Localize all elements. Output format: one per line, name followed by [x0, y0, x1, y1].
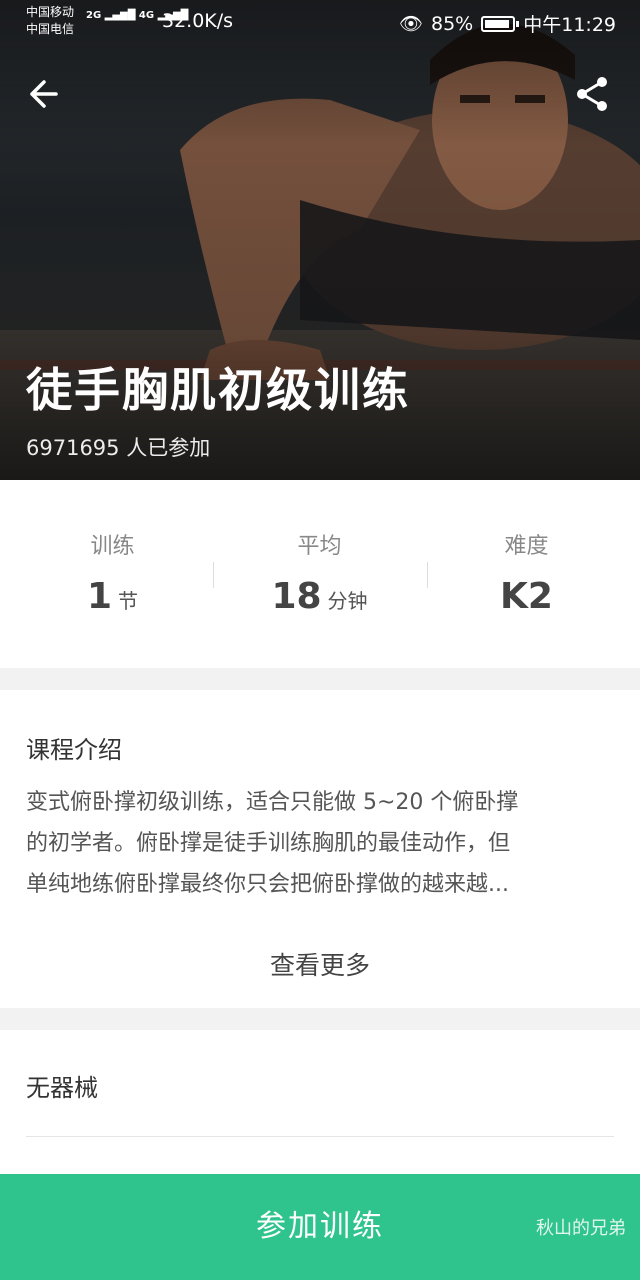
course-intro: 课程介绍 变式俯卧撑初级训练，适合只能做 5~20 个俯卧撑 的初学者。俯卧撑是…	[0, 690, 640, 1008]
stat-number: 1	[86, 576, 113, 617]
status-bar: 中国移动 中国电信 2G ▂▄▆█ 4G ▂▄▆█ 32.0K/s 👁 85% …	[0, 0, 640, 42]
stat-number: 18	[271, 576, 322, 617]
course-title: 徒手胸肌初级训练	[26, 363, 410, 417]
status-right: 👁 85% 中午11:29	[399, 10, 616, 37]
intro-line: 变式俯卧撑初级训练，适合只能做 5~20 个俯卧撑	[26, 790, 519, 815]
stat-label: 难度	[504, 534, 549, 559]
stat-value: 1节	[6, 576, 219, 617]
stat-unit: 分钟	[327, 589, 368, 613]
intro-text: 变式俯卧撑初级训练，适合只能做 5~20 个俯卧撑 的初学者。俯卧撑是徒手训练胸…	[26, 782, 618, 905]
stat-unit: 节	[118, 589, 139, 613]
view-more-link[interactable]: 查看更多	[0, 946, 640, 982]
participant-count: 6971695 人已参加	[26, 436, 211, 460]
intro-line: 的初学者。俯卧撑是徒手训练胸肌的最佳动作，但	[26, 831, 511, 856]
stat-number: K2	[500, 576, 553, 617]
hero-banner: 中国移动 中国电信 2G ▂▄▆█ 4G ▂▄▆█ 32.0K/s 👁 85% …	[0, 0, 640, 480]
network-4g: 4G	[138, 10, 155, 21]
clock: 中午11:29	[523, 14, 616, 36]
share-icon[interactable]	[574, 74, 610, 114]
network-speed: 32.0K/s	[162, 10, 234, 32]
carrier-info: 中国移动 中国电信	[26, 4, 74, 38]
network-2g: 2G	[86, 10, 102, 21]
battery-percent: 85%	[431, 12, 474, 35]
carrier-2: 中国电信	[26, 22, 75, 36]
section-title: 课程介绍	[26, 736, 122, 764]
watermark: 秋山的兄弟	[536, 1218, 626, 1239]
stat-value: 18 分钟	[213, 576, 426, 617]
stat-value: K2	[420, 576, 633, 617]
stat-label: 平均	[297, 534, 342, 559]
equipment-label: 无器械	[26, 1074, 98, 1102]
stat-label: 训练	[90, 534, 135, 559]
divider	[26, 1136, 614, 1137]
carrier-1: 中国移动	[26, 5, 75, 19]
course-stats: 训练 1节 平均 18 分钟 难度 K2	[0, 480, 640, 668]
intro-line: 单纯地练俯卧撑最终你只会把俯卧撑做的越来越...	[26, 872, 509, 897]
battery-icon	[481, 15, 520, 32]
eye-icon: 👁	[398, 13, 423, 35]
signal-icon: ▂▄▆█	[104, 10, 136, 21]
back-arrow-icon[interactable]	[26, 74, 66, 114]
